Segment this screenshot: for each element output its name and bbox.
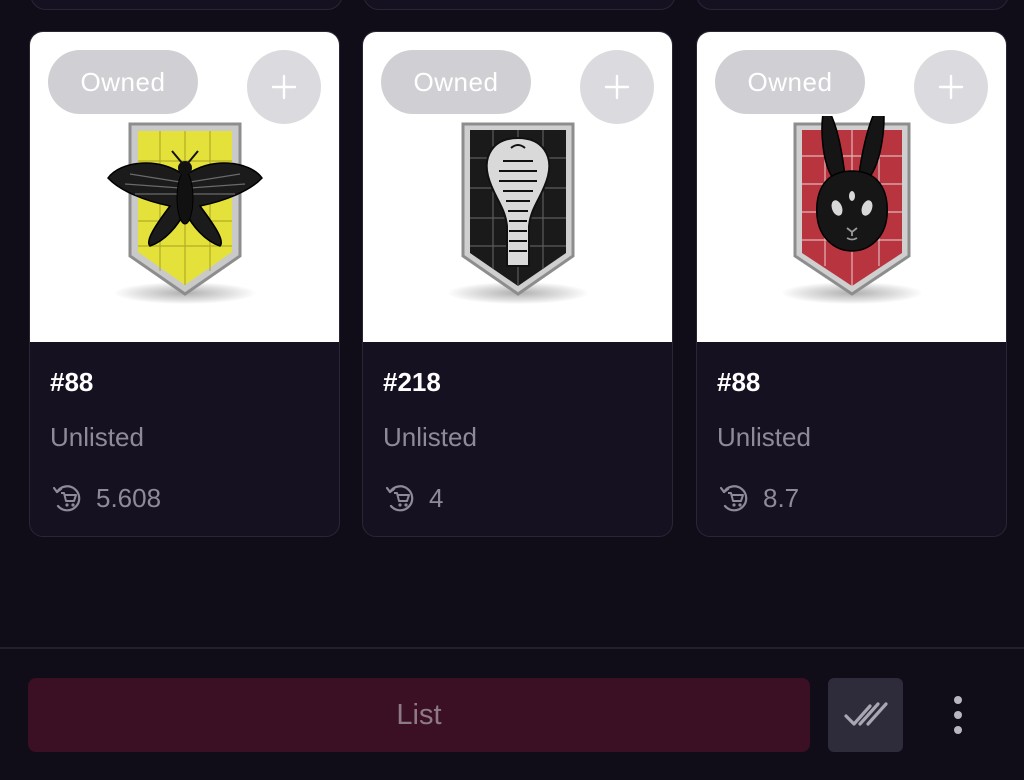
more-vertical-icon [954, 711, 962, 719]
cart-refresh-icon [719, 485, 748, 512]
more-vertical-icon [954, 726, 962, 734]
token-id: #88 [717, 367, 761, 397]
select-all-button[interactable] [828, 678, 903, 752]
listing-status: Unlisted [717, 422, 811, 452]
listing-status: Unlisted [383, 422, 477, 452]
price-value: 4 [429, 482, 444, 513]
list-button[interactable]: List [28, 678, 810, 752]
nft-card[interactable]: Owned #218 Unlisted 4 [362, 31, 673, 537]
last-price: 4 [383, 480, 652, 516]
listing-status: Unlisted [50, 422, 144, 452]
previous-card-edge[interactable] [30, 0, 343, 10]
price-value: 5.608 [96, 482, 162, 513]
owned-badge: Owned [715, 50, 865, 114]
owned-badge: Owned [48, 50, 198, 114]
price-value: 8.7 [763, 482, 800, 513]
nft-image[interactable]: Owned [697, 32, 1006, 342]
owned-badge: Owned [381, 50, 531, 114]
nft-card[interactable]: Owned [29, 31, 340, 537]
nft-image[interactable]: Owned [30, 32, 339, 342]
cart-refresh-icon [52, 485, 81, 512]
plus-icon [604, 74, 630, 100]
plus-icon [938, 74, 964, 100]
previous-card-edge[interactable] [363, 0, 676, 10]
last-price: 8.7 [717, 480, 986, 516]
moth-pin-icon [107, 122, 263, 296]
last-price: 5.608 [50, 480, 319, 516]
add-to-selection-button[interactable] [580, 50, 654, 124]
nft-image[interactable]: Owned [363, 32, 672, 342]
previous-card-edge[interactable] [696, 0, 1009, 10]
footer-divider [0, 647, 1024, 649]
collection-page: Owned #88 Unlisted 5.608 Owned #218 Unli… [0, 0, 1024, 780]
add-to-selection-button[interactable] [914, 50, 988, 124]
cart-refresh-icon [385, 485, 414, 512]
plus-icon [271, 74, 297, 100]
rabbit-pin-icon [793, 116, 911, 296]
more-vertical-icon [954, 696, 962, 704]
token-id: #88 [50, 367, 94, 397]
double-check-icon [843, 702, 888, 726]
nft-card[interactable]: Owned [696, 31, 1007, 537]
add-to-selection-button[interactable] [247, 50, 321, 124]
token-id: #218 [383, 367, 441, 397]
more-options-button[interactable] [940, 690, 976, 740]
cobra-pin-icon [461, 122, 575, 296]
